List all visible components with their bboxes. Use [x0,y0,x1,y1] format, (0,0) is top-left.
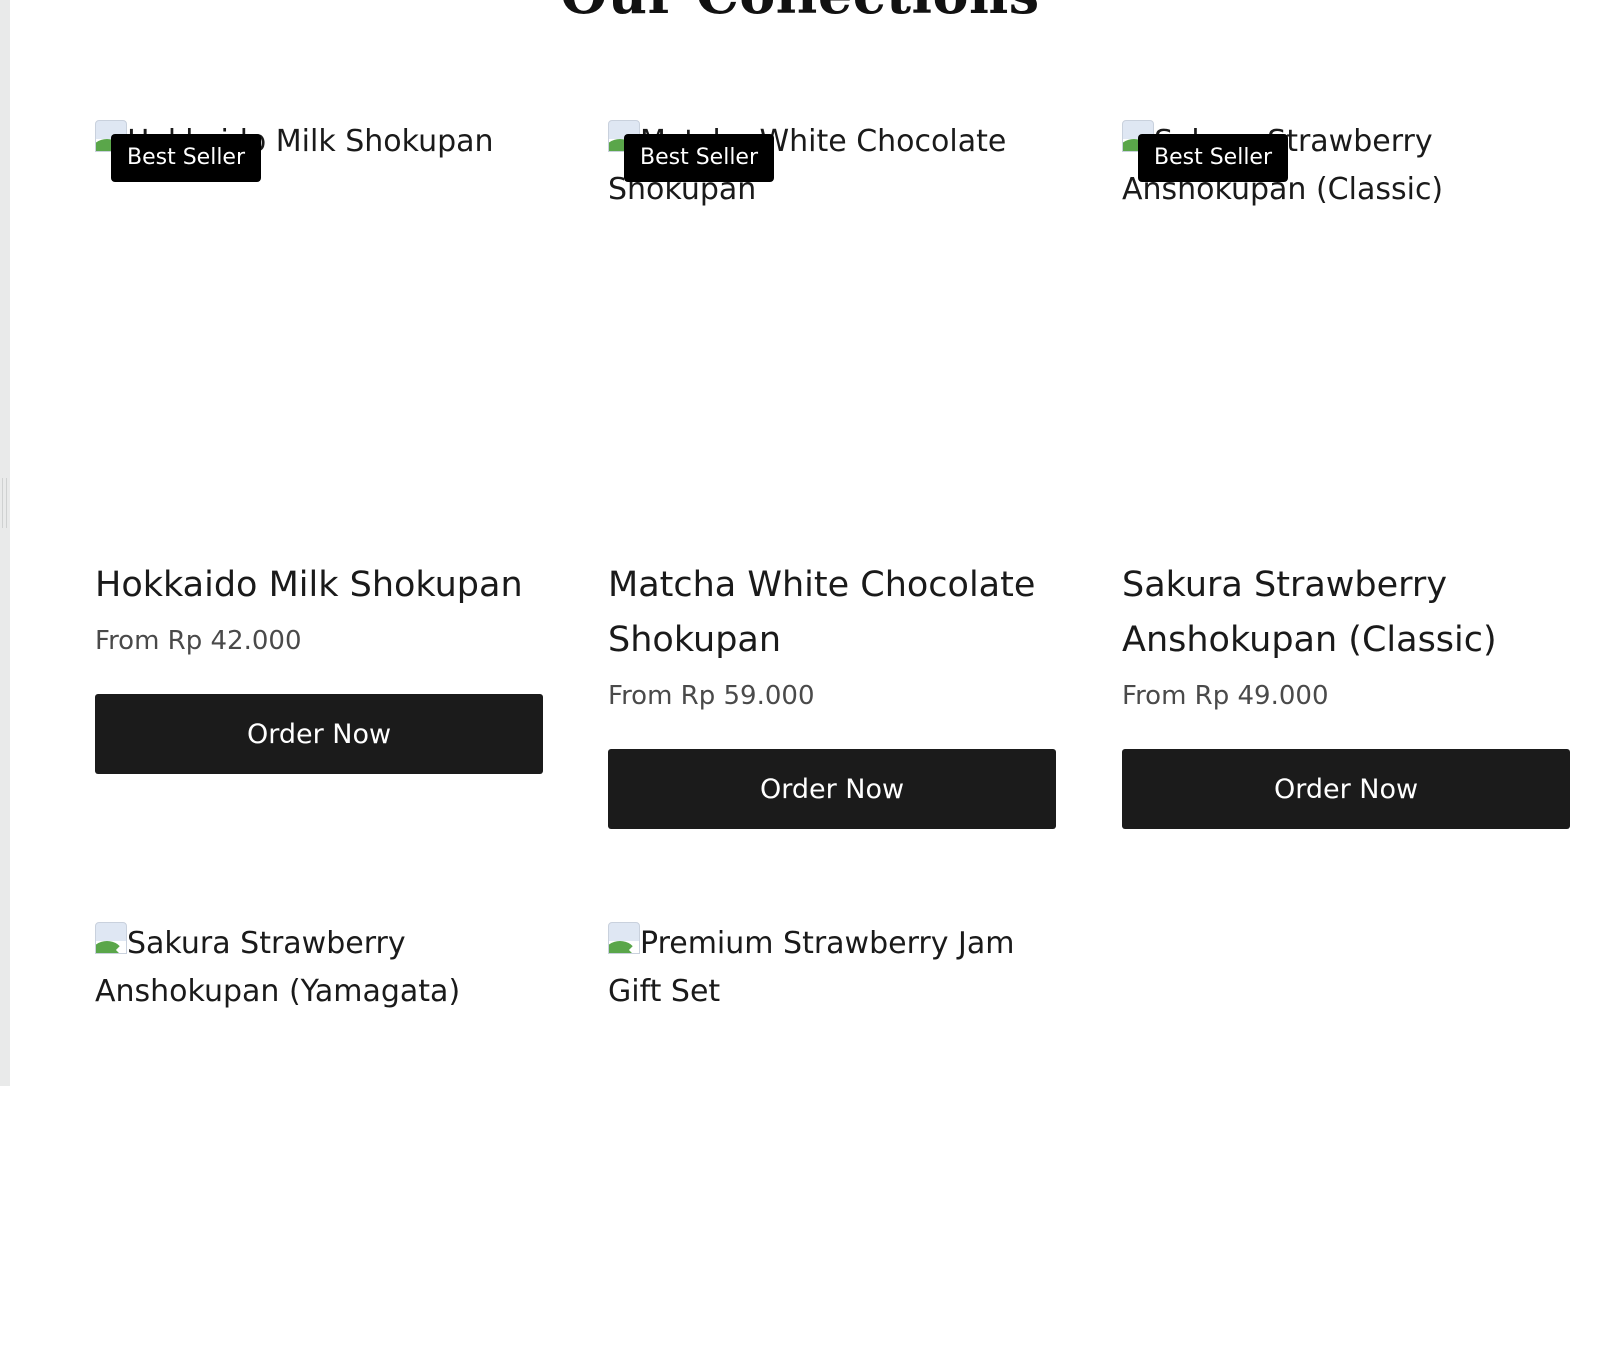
resize-handle[interactable] [2,478,7,528]
product-price: From Rp 49.000 [1122,681,1329,711]
best-seller-badge: Best Seller [1138,134,1289,182]
product-price: From Rp 59.000 [608,681,815,711]
product-name[interactable]: Sakura Strawberry Anshokupan (Classic) [1122,558,1570,668]
product-card: Sakura Strawberry Anshokupan (Classic) B… [1122,118,1570,829]
product-media[interactable]: Sakura Strawberry Anshokupan (Classic) B… [1122,118,1570,558]
product-media[interactable]: Premium Strawberry Jam Gift Set [608,920,1056,1360]
product-card: Matcha White Chocolate Shokupan Best Sel… [608,118,1056,829]
product-image-alt: Premium Strawberry Jam Gift Set [608,926,1015,1009]
product-image: Sakura Strawberry Anshokupan (Yamagata) [95,920,543,1016]
order-now-button[interactable]: Order Now [608,749,1056,829]
best-seller-badge: Best Seller [111,134,262,182]
product-card: Hokkaido Milk Shokupan Best Seller Hokka… [95,118,543,774]
product-media[interactable]: Hokkaido Milk Shokupan Best Seller [95,118,543,558]
section-title: Our Collections [0,0,1600,24]
product-name[interactable]: Matcha White Chocolate Shokupan [608,558,1056,668]
order-now-button[interactable]: Order Now [95,694,543,774]
product-name[interactable]: Hokkaido Milk Shokupan [95,558,543,613]
broken-image-icon [608,922,640,954]
product-image: Premium Strawberry Jam Gift Set [608,920,1056,1016]
product-media[interactable]: Matcha White Chocolate Shokupan Best Sel… [608,118,1056,558]
order-now-button[interactable]: Order Now [1122,749,1570,829]
product-image-alt: Sakura Strawberry Anshokupan (Yamagata) [95,926,461,1009]
product-media[interactable]: Sakura Strawberry Anshokupan (Yamagata) [95,920,543,1360]
left-gutter [0,0,10,1086]
best-seller-badge: Best Seller [624,134,775,182]
product-card: Premium Strawberry Jam Gift Set [608,920,1056,1360]
product-card: Sakura Strawberry Anshokupan (Yamagata) [95,920,543,1360]
product-price: From Rp 42.000 [95,626,302,656]
broken-image-icon [95,922,127,954]
